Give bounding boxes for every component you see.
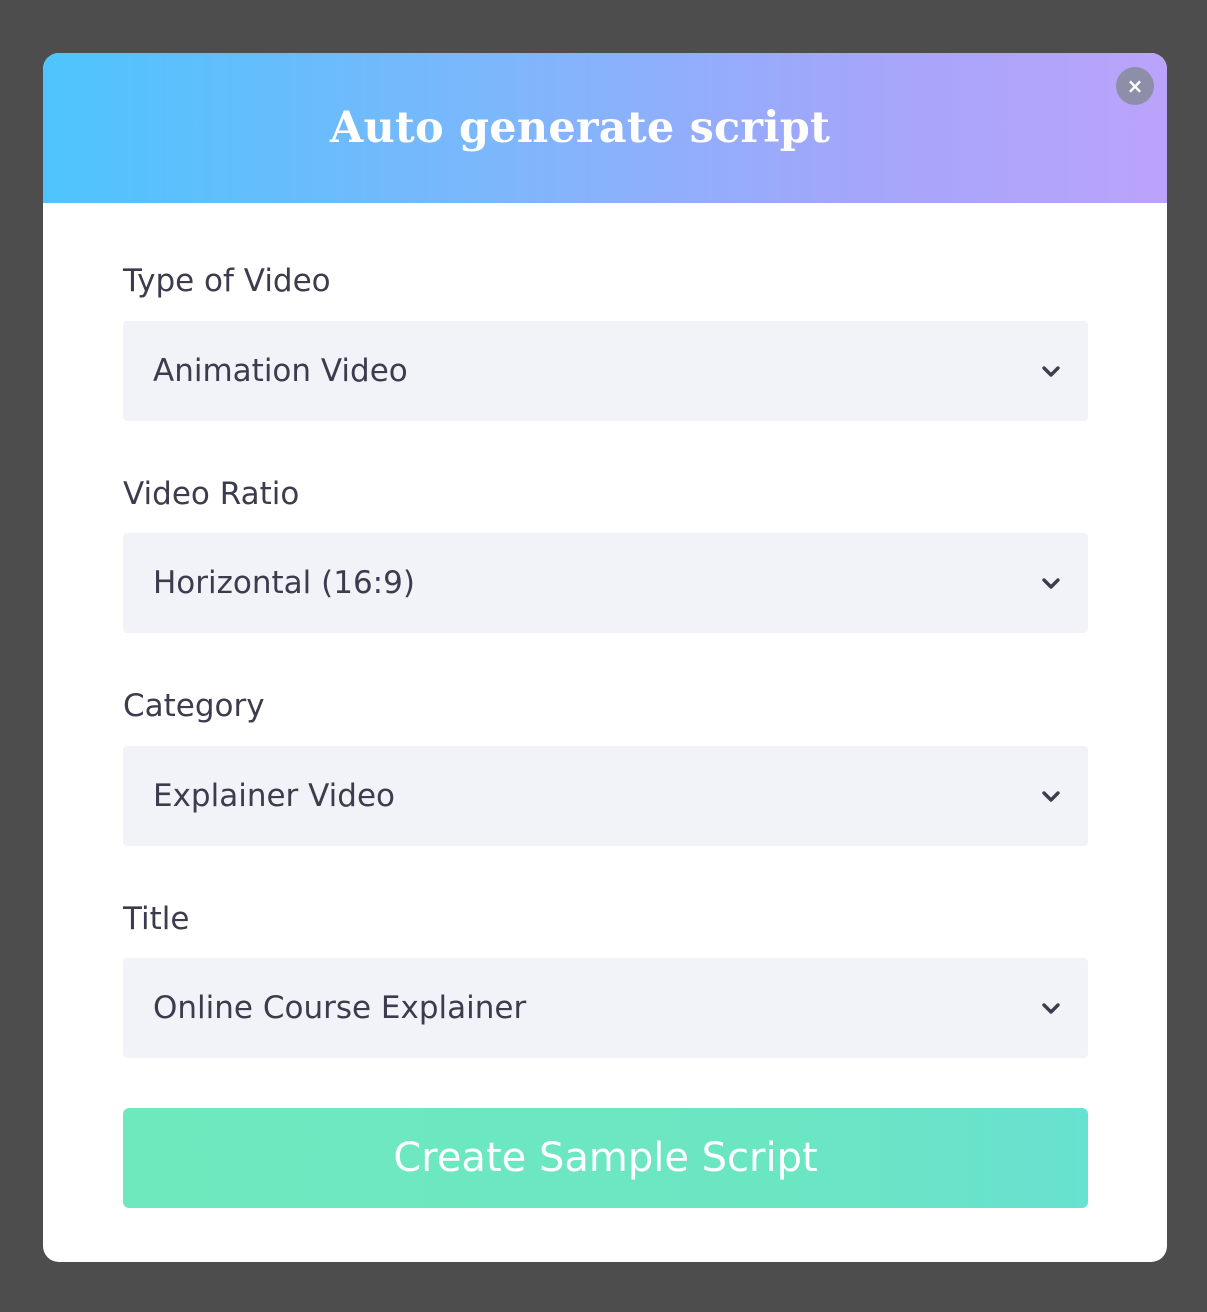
title-label: Title [123,901,190,937]
create-sample-script-label: Create Sample Script [393,1135,818,1181]
create-sample-script-button[interactable]: Create Sample Script [123,1108,1088,1208]
type-of-video-value: Animation Video [153,353,408,389]
dialog-header: Auto generate script × [43,53,1167,203]
title-value: Online Course Explainer [153,990,527,1026]
dialog-title: Auto generate script [329,103,831,153]
video-ratio-select[interactable]: Horizontal (16:9) [123,533,1088,633]
chevron-down-icon [1042,791,1060,802]
chevron-down-icon [1042,578,1060,589]
chevron-down-icon [1042,366,1060,377]
type-of-video-label: Type of Video [123,263,331,299]
title-select[interactable]: Online Course Explainer [123,958,1088,1058]
video-ratio-label: Video Ratio [123,476,300,512]
category-value: Explainer Video [153,778,396,814]
video-ratio-value: Horizontal (16:9) [153,565,415,601]
auto-generate-script-dialog: Auto generate script × Type of Video Ani… [43,53,1167,1262]
close-icon[interactable]: × [1116,67,1154,105]
category-select[interactable]: Explainer Video [123,746,1088,846]
category-label: Category [123,688,265,724]
chevron-down-icon [1042,1003,1060,1014]
type-of-video-select[interactable]: Animation Video [123,321,1088,421]
